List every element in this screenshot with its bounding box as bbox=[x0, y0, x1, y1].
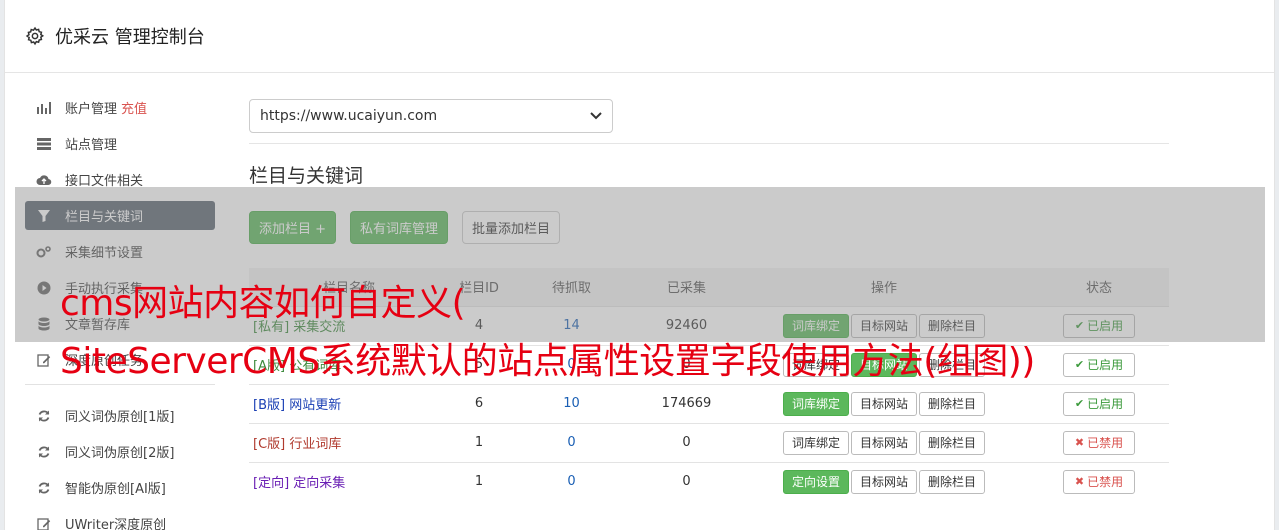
status-toggle-button[interactable]: ✔ 已启用 bbox=[1063, 352, 1135, 377]
status-label: 已启用 bbox=[1087, 358, 1124, 372]
edit-icon bbox=[36, 352, 52, 368]
status-toggle-button[interactable]: ✔ 已启用 bbox=[1063, 391, 1135, 416]
chevron-down-icon bbox=[590, 112, 602, 120]
delete-column-button[interactable]: 删除栏目 bbox=[919, 469, 986, 494]
column-name-cell: [定向] 定向采集 bbox=[249, 462, 449, 501]
status-toggle-button[interactable]: ✖ 已禁用 bbox=[1063, 469, 1135, 494]
section-title: 栏目与关键词 bbox=[249, 165, 364, 187]
site-select-value: https://www.ucaiyun.com bbox=[260, 108, 438, 124]
sidebar-divider bbox=[25, 384, 215, 385]
sidebar-item[interactable]: 站点管理 bbox=[25, 129, 215, 158]
dictionary-bind-button[interactable]: 定向设置 bbox=[782, 469, 849, 494]
delete-column-button[interactable]: 删除栏目 bbox=[919, 430, 986, 455]
dictionary-bind-button[interactable]: 词库绑定 bbox=[782, 391, 849, 416]
column-id-cell: 6 bbox=[474, 396, 484, 411]
cross-icon: ✖ bbox=[1074, 436, 1085, 449]
sidebar-item-label: 同义词伪原创[2版] bbox=[65, 446, 175, 461]
table-row: [B版] 网站更新 6 10 174669 词库绑定 目标网站 删除栏目 ✔ 已启用 bbox=[249, 384, 1169, 423]
sidebar-item-label: 智能伪原创[AI版] bbox=[65, 482, 166, 497]
pending-cell[interactable]: 10 bbox=[509, 384, 634, 423]
table-row: [定向] 定向采集 1 0 0 定向设置 目标网站 删除栏目 ✖ 已禁用 bbox=[249, 462, 1169, 501]
collected-cell: 174669 bbox=[661, 396, 712, 411]
status-cell: ✔ 已启用 bbox=[1029, 345, 1169, 384]
status-cell: ✖ 已禁用 bbox=[1029, 462, 1169, 501]
gear-icon bbox=[25, 26, 45, 46]
collected-cell: 0 bbox=[682, 474, 691, 490]
sidebar-item-label: 站点管理 bbox=[65, 138, 118, 153]
server-icon bbox=[36, 136, 52, 152]
status-label: 已启用 bbox=[1087, 397, 1124, 411]
bar-chart-icon bbox=[36, 100, 52, 116]
overlay-caption-line1: cms网站内容如何自定义( bbox=[60, 283, 466, 324]
edit-icon bbox=[36, 516, 52, 530]
divider bbox=[249, 143, 1169, 144]
refresh-icon bbox=[36, 444, 52, 460]
pending-cell[interactable]: 0 bbox=[509, 462, 634, 501]
column-tag: [B版] bbox=[253, 398, 286, 413]
site-select[interactable]: https://www.ucaiyun.com bbox=[249, 99, 613, 133]
sidebar-item[interactable]: UWriter深度原创 bbox=[25, 509, 215, 530]
cloud-upload-icon bbox=[36, 172, 52, 188]
column-tag: [定向] bbox=[253, 476, 290, 492]
column-name-cell: [B版] 网站更新 bbox=[249, 384, 449, 423]
sidebar-item[interactable]: 智能伪原创[AI版] bbox=[25, 473, 215, 502]
column-id-cell: 1 bbox=[474, 474, 484, 490]
column-name-link[interactable]: 网站更新 bbox=[289, 398, 341, 413]
status-label: 已禁用 bbox=[1087, 436, 1124, 450]
sidebar-item-label: 账户管理 bbox=[65, 102, 118, 117]
status-cell: ✖ 已禁用 bbox=[1029, 423, 1169, 462]
top-bar: 优采云 管理控制台 bbox=[5, 0, 1274, 73]
delete-column-button[interactable]: 删除栏目 bbox=[919, 391, 986, 416]
check-icon: ✔ bbox=[1074, 397, 1085, 410]
target-site-button[interactable]: 目标网站 bbox=[850, 430, 917, 455]
actions-cell: 定向设置 目标网站 删除栏目 bbox=[739, 462, 1029, 501]
sidebar-item[interactable]: 同义词伪原创[1版] bbox=[25, 401, 215, 430]
column-name-link[interactable]: 定向采集 bbox=[293, 476, 345, 491]
target-site-button[interactable]: 目标网站 bbox=[850, 391, 917, 416]
refresh-icon bbox=[36, 480, 52, 496]
column-id-cell: 1 bbox=[474, 435, 484, 450]
app-title: 优采云 管理控制台 bbox=[55, 27, 205, 48]
refresh-icon bbox=[36, 408, 52, 424]
overlay-caption-line2: SiteServerCMS系统默认的站点属性设置字段使用方法(组图)) bbox=[60, 341, 1035, 382]
column-name-link[interactable]: 行业词库 bbox=[289, 437, 341, 452]
collected-cell: 0 bbox=[682, 435, 691, 450]
sidebar-item-label: 同义词伪原创[1版] bbox=[65, 410, 175, 425]
check-icon: ✔ bbox=[1074, 358, 1085, 371]
actions-cell: 词库绑定 目标网站 删除栏目 bbox=[739, 423, 1029, 462]
cross-icon: ✖ bbox=[1074, 475, 1085, 489]
status-toggle-button[interactable]: ✖ 已禁用 bbox=[1063, 430, 1135, 455]
status-cell: ✔ 已启用 bbox=[1029, 384, 1169, 423]
actions-cell: 词库绑定 目标网站 删除栏目 bbox=[739, 384, 1029, 423]
recharge-link[interactable]: 充值 bbox=[121, 98, 147, 117]
pending-cell[interactable]: 0 bbox=[509, 423, 634, 462]
sidebar-item[interactable]: 账户管理 充值 bbox=[25, 93, 215, 122]
sidebar-item-label: UWriter深度原创 bbox=[65, 518, 167, 530]
target-site-button[interactable]: 目标网站 bbox=[850, 469, 917, 494]
dictionary-bind-button[interactable]: 词库绑定 bbox=[782, 430, 849, 455]
column-name-cell: [C版] 行业词库 bbox=[249, 423, 449, 462]
sidebar-item[interactable]: 同义词伪原创[2版] bbox=[25, 437, 215, 466]
column-tag: [C版] bbox=[253, 437, 286, 452]
status-label: 已禁用 bbox=[1087, 475, 1124, 490]
table-row: [C版] 行业词库 1 0 0 词库绑定 目标网站 删除栏目 ✖ 已禁用 bbox=[249, 423, 1169, 462]
